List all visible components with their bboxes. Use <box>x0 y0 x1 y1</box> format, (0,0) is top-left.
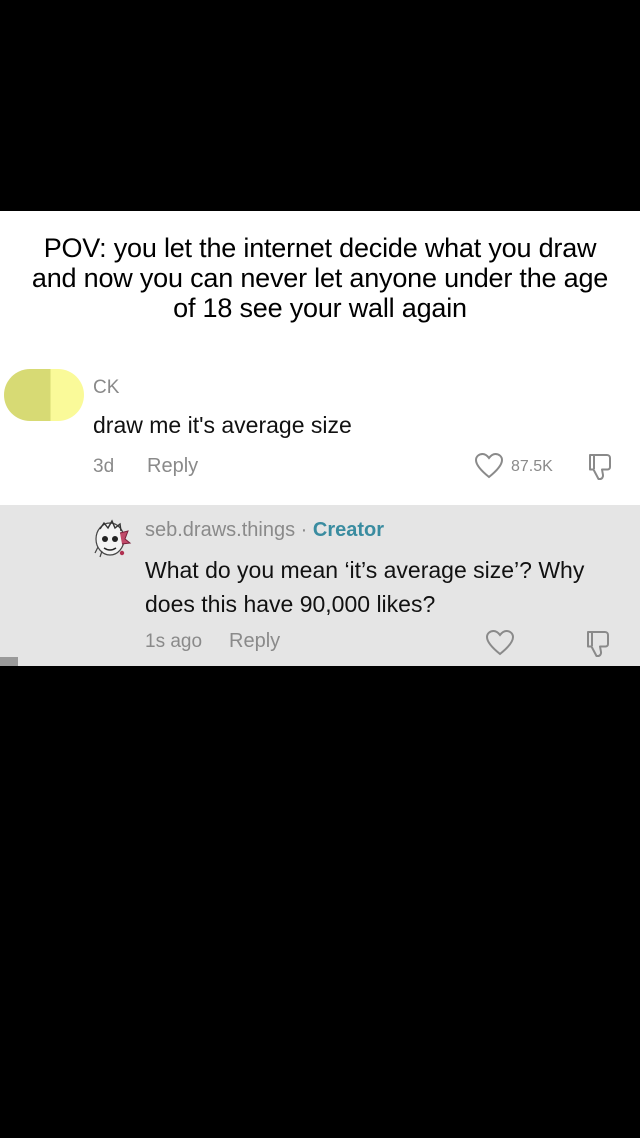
heart-icon <box>474 452 504 479</box>
avatar[interactable] <box>4 369 84 421</box>
reply-author[interactable]: seb.draws.things <box>145 519 295 541</box>
dislike-button[interactable] <box>583 629 613 664</box>
like-button[interactable] <box>474 452 504 485</box>
caption-text: POV: you let the internet decide what yo… <box>31 233 609 323</box>
dislike-icon <box>587 631 609 657</box>
comment-time: 3d <box>93 456 115 477</box>
separator-dot: · <box>300 519 308 541</box>
like-count: 87.5K <box>511 458 553 475</box>
heart-icon <box>485 629 515 656</box>
comment-author[interactable]: CK <box>93 377 119 399</box>
reply-button[interactable]: Reply <box>229 630 280 653</box>
reply-time: 1s ago <box>145 631 203 652</box>
reply-card: seb.draws.things · Creator What do you m… <box>0 505 640 666</box>
dislike-icon <box>589 454 611 480</box>
caption-panel: POV: you let the internet decide what yo… <box>0 211 640 345</box>
like-button[interactable] <box>485 629 515 662</box>
reply-button[interactable]: Reply <box>147 455 198 478</box>
comment-text: draw me it's average size <box>93 412 352 438</box>
dislike-button[interactable] <box>585 452 615 487</box>
avatar[interactable] <box>92 517 132 561</box>
reply-text: What do you mean ‘it’s average size’? Wh… <box>145 557 585 617</box>
reply-header: seb.draws.things · Creator <box>145 519 384 542</box>
sketch-avatar-icon <box>94 519 132 558</box>
panel-edge <box>0 657 18 666</box>
creator-badge: Creator <box>312 519 385 541</box>
video-frame: POV: you let the internet decide what yo… <box>0 0 640 1138</box>
comment-card: CK draw me it's average size 3d Reply 87… <box>0 345 640 505</box>
